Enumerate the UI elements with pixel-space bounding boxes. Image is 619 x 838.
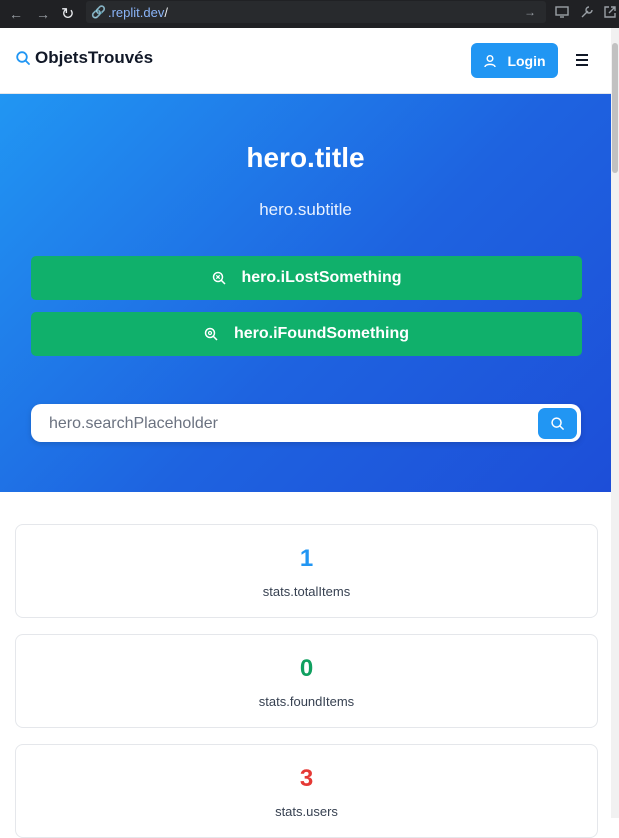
search-icon — [551, 417, 564, 430]
stat-value: 0 — [299, 655, 314, 682]
lost-something-button[interactable]: hero.iLostSomething — [31, 256, 582, 300]
login-label: Login — [507, 52, 546, 69]
stat-label: stats.users — [275, 804, 338, 819]
stat-card-total-items: 1 stats.totalItems — [15, 524, 598, 618]
reload-icon[interactable]: ↻ — [61, 4, 74, 24]
site-header: ObjetsTrouvés Login — [0, 28, 611, 94]
hamburger-menu-icon[interactable] — [574, 52, 590, 68]
url-text: .replit.dev/ — [107, 4, 168, 20]
brand-name: ObjetsTrouvés — [35, 48, 154, 67]
monitor-icon[interactable] — [555, 5, 569, 19]
search-x-icon — [212, 271, 226, 285]
hero-title: hero.title — [246, 142, 365, 173]
search-button[interactable] — [538, 408, 577, 439]
stat-label: stats.totalItems — [262, 584, 351, 599]
stat-label: stats.foundItems — [258, 694, 355, 709]
stat-value: 3 — [299, 765, 314, 792]
search-bar — [31, 404, 581, 444]
scrollbar-thumb[interactable] — [612, 43, 618, 173]
go-arrow-icon[interactable]: → — [524, 5, 536, 19]
address-bar[interactable]: 🔗 .replit.dev/ → — [86, 1, 546, 23]
browser-toolbar: ← → ↻ 🔗 .replit.dev/ → — [0, 0, 619, 28]
hero-subtitle: hero.subtitle — [259, 200, 352, 219]
stat-card-users: 3 stats.users — [15, 744, 598, 838]
search-found-icon — [204, 327, 218, 341]
stat-card-found-items: 0 stats.foundItems — [15, 634, 598, 728]
user-icon — [484, 54, 497, 67]
link-icon: 🔗 — [91, 5, 106, 19]
wrench-icon[interactable] — [580, 5, 594, 19]
stat-value: 1 — [299, 545, 314, 572]
open-external-icon[interactable] — [603, 5, 617, 19]
search-input[interactable] — [47, 404, 531, 444]
forward-arrow-icon[interactable]: → — [33, 6, 53, 22]
hero-section: hero.title hero.subtitle hero.iLostSomet… — [0, 94, 611, 492]
search-icon — [16, 51, 30, 65]
login-button[interactable]: Login — [471, 43, 558, 78]
lost-something-label: hero.iLostSomething — [241, 269, 402, 286]
found-something-button[interactable]: hero.iFoundSomething — [31, 312, 582, 356]
page-scrollbar[interactable] — [611, 28, 619, 818]
found-something-label: hero.iFoundSomething — [233, 325, 410, 342]
brand-logo[interactable]: ObjetsTrouvés — [15, 48, 153, 68]
back-arrow-icon[interactable]: ← — [6, 6, 26, 22]
